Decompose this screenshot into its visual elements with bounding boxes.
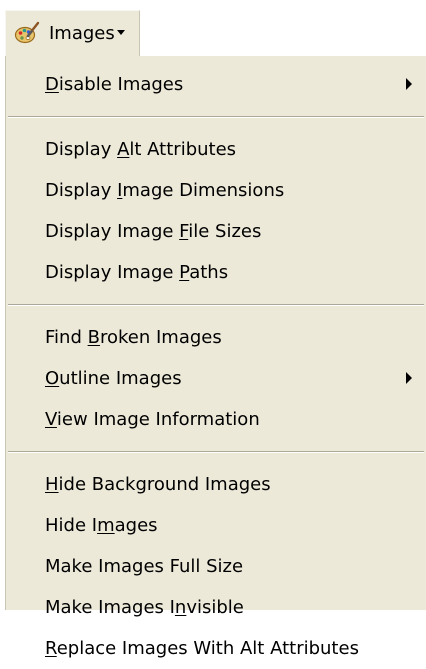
menu-item-label: Display Image Paths [45, 262, 229, 283]
menu-item-label: Find Broken Images [45, 327, 222, 348]
menu-item-label: Replace Images With Alt Attributes [45, 638, 359, 659]
images-menu-label: Images [49, 23, 115, 44]
menu-item-label: Hide Background Images [45, 474, 271, 495]
menu-item-disable-images[interactable]: Disable Images [6, 64, 426, 105]
menu-item-make-images-full-size[interactable]: Make Images Full Size [6, 546, 426, 587]
toolbar: Images [0, 0, 426, 62]
menu-separator [8, 304, 424, 306]
menu-item-hide-images[interactable]: Hide Images [6, 505, 426, 546]
menu-item-outline-images[interactable]: Outline Images [6, 358, 426, 399]
menu-item-display-image-file-sizes[interactable]: Display Image File Sizes [6, 211, 426, 252]
menu-item-display-image-paths[interactable]: Display Image Paths [6, 252, 426, 293]
menu-item-find-broken-images[interactable]: Find Broken Images [6, 317, 426, 358]
menu-item-make-images-invisible[interactable]: Make Images Invisible [6, 587, 426, 628]
menu-item-display-image-dimensions[interactable]: Display Image Dimensions [6, 170, 426, 211]
images-dropdown-menu: Disable Images Display Alt Attributes Disp… [5, 56, 426, 659]
menu-item-display-alt-attributes[interactable]: Display Alt Attributes [6, 129, 426, 170]
submenu-arrow-icon [406, 78, 412, 90]
paint-palette-brush-icon [14, 21, 40, 47]
menu-item-label: Make Images Full Size [45, 556, 244, 577]
dropdown-arrow-icon [116, 30, 125, 35]
images-menu-button[interactable]: Images [5, 10, 140, 56]
submenu-arrow-icon [406, 372, 412, 384]
menu-item-label: Hide Images [45, 515, 158, 536]
menu-item-label: Disable Images [45, 74, 184, 95]
menu-item-view-image-information[interactable]: View Image Information [6, 399, 426, 440]
menu-item-label: Display Image Dimensions [45, 180, 285, 201]
menu-item-label: Make Images Invisible [45, 597, 244, 618]
menu-item-label: Display Alt Attributes [45, 139, 237, 160]
menu-item-label: Display Image File Sizes [45, 221, 262, 242]
menu-item-label: Outline Images [45, 368, 182, 389]
menu-separator [8, 451, 424, 453]
menu-item-hide-background-images[interactable]: Hide Background Images [6, 464, 426, 505]
menu-item-label: View Image Information [45, 409, 260, 430]
menu-separator [8, 116, 424, 118]
menu-item-replace-images-with-alt-attributes[interactable]: Replace Images With Alt Attributes [6, 628, 426, 669]
